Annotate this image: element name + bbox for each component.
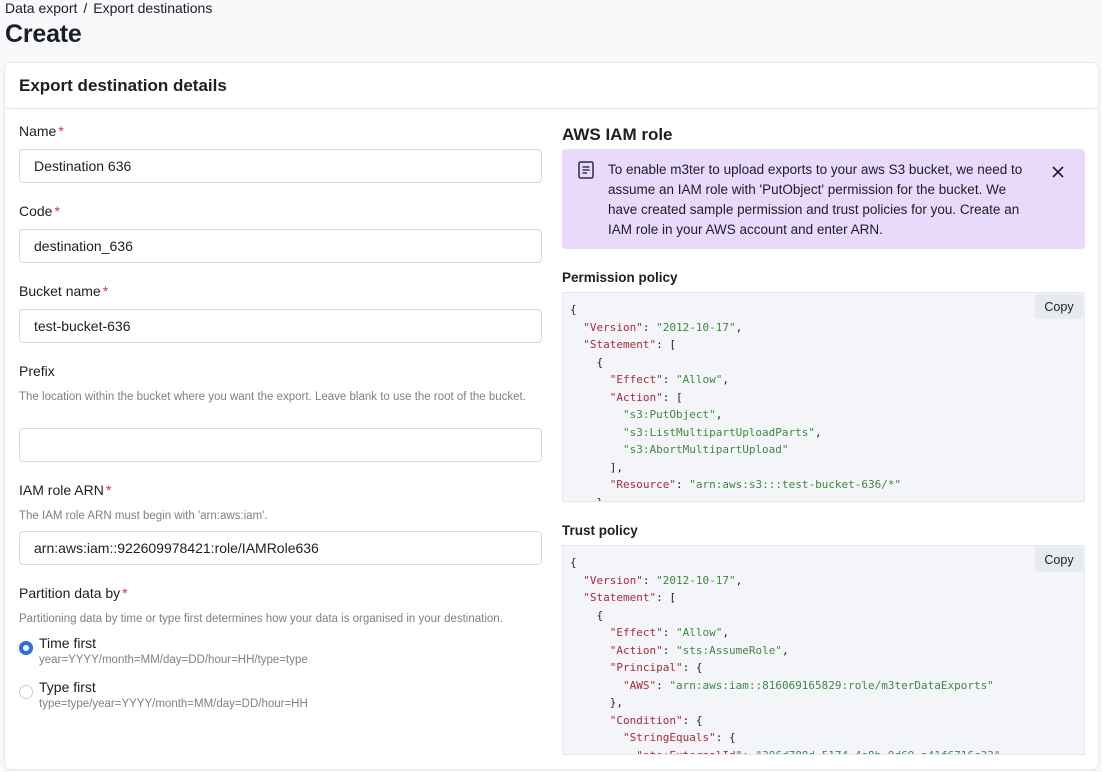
radio-time-first-format: year=YYYY/month=MM/day=DD/hour=HH/type=t…	[39, 654, 308, 666]
document-icon	[578, 161, 594, 179]
trust-policy-label: Trust policy	[562, 523, 638, 538]
required-marker: *	[122, 585, 128, 601]
copy-permission-policy-button[interactable]: Copy	[1035, 294, 1083, 319]
trust-policy-code: { "Version": "2012-10-17", "Statement": …	[562, 545, 1085, 755]
page-title: Create	[5, 20, 82, 48]
name-label: Name *	[19, 123, 64, 139]
code-input[interactable]	[19, 229, 542, 263]
close-icon[interactable]	[1051, 165, 1065, 179]
partition-label: Partition data by *	[19, 585, 128, 601]
iam-role-arn-input[interactable]	[19, 531, 542, 565]
breadcrumb-data-export[interactable]: Data export	[5, 0, 77, 16]
alert-message: To enable m3ter to upload exports to you…	[608, 162, 1023, 237]
required-marker: *	[105, 482, 112, 498]
breadcrumb-export-destinations[interactable]: Export destinations	[93, 0, 212, 16]
code-label: Code *	[19, 203, 60, 219]
prefix-help: The location within the bucket where you…	[19, 391, 526, 403]
permission-policy-text: { "Version": "2012-10-17", "Statement": …	[570, 303, 902, 502]
partition-help: Partitioning data by time or type first …	[19, 613, 503, 625]
breadcrumb-separator: /	[83, 0, 88, 16]
permission-policy-code: { "Version": "2012-10-17", "Statement": …	[562, 292, 1085, 502]
required-marker: *	[102, 283, 109, 299]
info-alert: To enable m3ter to upload exports to you…	[562, 149, 1085, 249]
radio-type-first-label: Type first	[39, 679, 96, 695]
radio-type-first-format: type=type/year=YYYY/month=MM/day=DD/hour…	[39, 698, 308, 710]
prefix-label: Prefix	[19, 363, 55, 379]
prefix-input[interactable]	[19, 428, 542, 462]
radio-time-first-label: Time first	[39, 635, 97, 651]
iam-role-arn-label: IAM role ARN *	[19, 482, 112, 498]
bucket-name-input[interactable]	[19, 309, 542, 343]
card-title: Export destination details	[5, 63, 1098, 109]
permission-policy-label: Permission policy	[562, 270, 678, 285]
copy-trust-policy-button[interactable]: Copy	[1035, 547, 1083, 572]
breadcrumb: Data export / Export destinations	[5, 0, 212, 16]
radio-button-checked[interactable]	[19, 641, 33, 655]
aws-iam-role-title: AWS IAM role	[562, 125, 673, 144]
required-marker: *	[58, 123, 64, 139]
name-input[interactable]	[19, 149, 542, 183]
required-marker: *	[54, 203, 60, 219]
aws-iam-column: AWS IAM role To enable m3ter to upload e…	[562, 109, 1085, 769]
trust-policy-text: { "Version": "2012-10-17", "Statement": …	[570, 556, 1001, 755]
bucket-name-label: Bucket name *	[19, 283, 109, 299]
iam-role-arn-help: The IAM role ARN must begin with 'arn:aw…	[19, 510, 268, 522]
export-destination-card: Export destination details Name* Code* B…	[5, 63, 1098, 769]
radio-button-unchecked[interactable]	[19, 685, 33, 699]
